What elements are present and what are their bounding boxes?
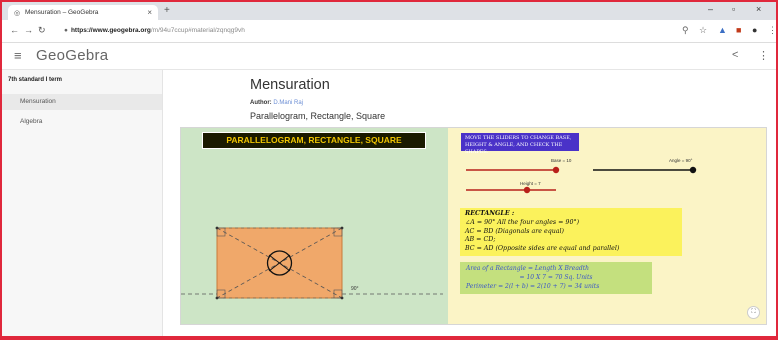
sidebar-item-algebra[interactable]: Algebra	[2, 114, 162, 130]
browser-window: ◎ Mensuration – GeoGebra × + – ▫ × ← → ↻…	[0, 0, 778, 340]
property-line: AC = BD (Diagonals are equal)	[465, 227, 565, 235]
maximize-icon[interactable]: ▫	[732, 4, 735, 14]
area-perimeter-box: Area of a Rectangle = Length X Breadth =…	[460, 262, 652, 294]
back-icon[interactable]: ←	[10, 25, 19, 35]
browser-menu-icon[interactable]: ⋮	[768, 25, 776, 36]
material-subtitle: Parallelogram, Rectangle, Square	[250, 111, 386, 121]
property-line: AB = CD;	[465, 236, 496, 244]
close-window-icon[interactable]: ×	[756, 4, 761, 14]
minimize-icon[interactable]: –	[708, 4, 713, 14]
address-bar[interactable]: ● https://www.geogebra.org/m/94u7ccup#mat…	[64, 24, 674, 38]
share-icon[interactable]: <	[732, 49, 738, 61]
forward-icon[interactable]: →	[24, 25, 33, 35]
property-line: ∠A = 90° All the four angles = 90°)	[465, 218, 580, 226]
browser-tab[interactable]: ◎ Mensuration – GeoGebra ×	[8, 5, 158, 20]
author-link[interactable]: D.Mani Raj	[273, 100, 303, 106]
graphics-view[interactable]: PARALLELOGRAM, RECTANGLE, SQUARE 90°	[181, 128, 448, 324]
fullscreen-icon[interactable]: ⛶	[747, 306, 760, 319]
geogebra-header: ≡ GeoGebra < ⋮	[2, 43, 776, 70]
rectangle-figure: 90°	[181, 226, 443, 300]
height-slider-handle	[523, 186, 531, 194]
profile-avatar-icon[interactable]: ●	[752, 25, 757, 35]
new-tab-icon[interactable]: +	[164, 5, 170, 16]
browser-toolbar: ← → ↻ ● https://www.geogebra.org/m/94u7cc…	[2, 20, 776, 43]
author-label: Author:	[250, 100, 272, 106]
extension-icon[interactable]: ■	[736, 25, 741, 35]
geogebra-favicon-icon: ◎	[14, 10, 21, 17]
search-icon[interactable]: ⚲	[682, 25, 689, 36]
sidebar: 7th standard I term Mensuration Algebra	[2, 70, 163, 336]
reload-icon[interactable]: ↻	[38, 25, 46, 36]
extension-icon[interactable]: ▲	[718, 25, 727, 35]
area-formula: Area of a Rectangle = Length X Breadth	[466, 265, 590, 272]
hamburger-menu-icon[interactable]: ≡	[14, 48, 22, 63]
tab-title: Mensuration – GeoGebra	[25, 9, 99, 16]
tab-strip: ◎ Mensuration – GeoGebra × + – ▫ ×	[2, 2, 776, 20]
more-options-icon[interactable]: ⋮	[758, 49, 769, 62]
sidebar-item-mensuration[interactable]: Mensuration	[2, 94, 162, 110]
page-title: Mensuration	[250, 77, 330, 93]
sidebar-heading: 7th standard I term	[8, 77, 63, 83]
url-path: /m/94u7ccup#material/zqnqg9vh	[150, 27, 245, 34]
property-line: BC = AD (Opposite sides are equal and pa…	[465, 245, 620, 253]
rectangle-heading: RECTANGLE :	[465, 210, 515, 217]
url-host: https://www.geogebra.org	[70, 27, 151, 34]
angle-label: 90°	[351, 286, 359, 292]
lock-icon: ●	[64, 27, 68, 34]
author-line: Author: D.Mani Raj	[250, 100, 303, 106]
rectangle-properties-box: RECTANGLE : ∠A = 90° All the four angles…	[460, 208, 682, 256]
algebra-view: MOVE THE SLIDERS TO CHANGE BASE, HEIGHT …	[448, 128, 766, 324]
perimeter-formula: Perimeter = 2(l + b) = 2(10 + 7) = 34 un…	[466, 283, 600, 290]
close-tab-icon[interactable]: ×	[147, 8, 152, 17]
area-value: = 10 X 7 = 70 Sq. Units	[519, 274, 593, 281]
star-icon[interactable]: ☆	[699, 25, 707, 36]
geogebra-logo[interactable]: GeoGebra	[36, 47, 108, 64]
angle-slider-handle	[689, 166, 697, 174]
base-slider-handle	[552, 166, 560, 174]
geogebra-applet[interactable]: PARALLELOGRAM, RECTANGLE, SQUARE 90° MOV…	[180, 127, 767, 325]
